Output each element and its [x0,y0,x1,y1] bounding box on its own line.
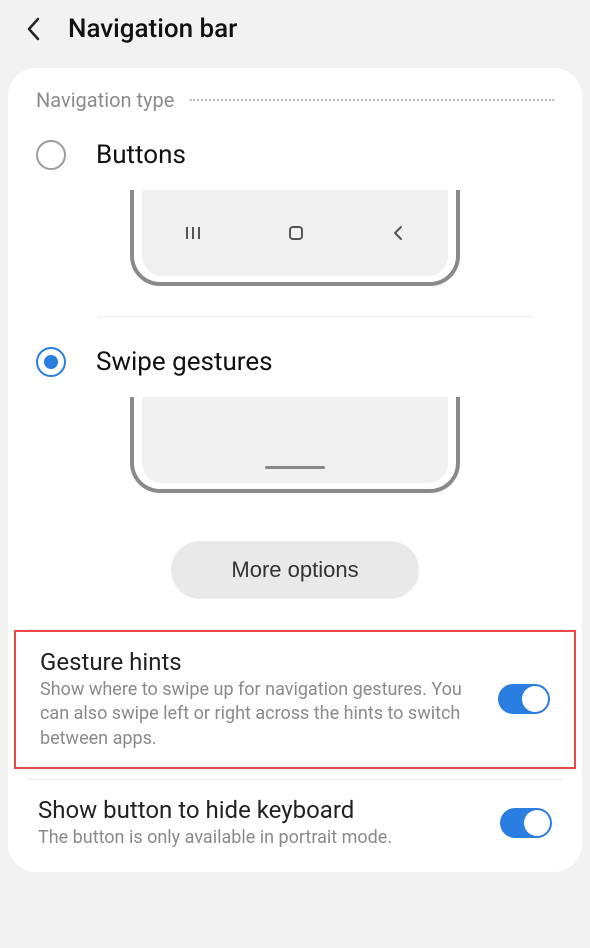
radio-buttons[interactable] [36,140,66,170]
option-buttons-label: Buttons [96,140,186,170]
setting-gesture-hints[interactable]: Gesture hints Show where to swipe up for… [14,630,576,769]
option-buttons-row[interactable]: Buttons [8,140,582,170]
radio-swipe[interactable] [36,347,66,377]
page-title: Navigation bar [68,14,237,44]
settings-card: Navigation type Buttons Swipe [8,68,582,872]
preview-swipe [8,397,582,511]
option-swipe-label: Swipe gestures [96,347,273,377]
setting-hide-keyboard-desc: The button is only available in portrait… [38,826,484,850]
divider [98,316,532,317]
section-header-label: Navigation type [36,88,174,112]
section-header: Navigation type [8,88,582,112]
more-options-button[interactable]: More options [171,541,418,599]
setting-gesture-hints-title: Gesture hints [40,648,482,676]
toggle-hide-keyboard[interactable] [500,808,552,838]
preview-buttons [8,190,582,304]
setting-gesture-hints-desc: Show where to swipe up for navigation ge… [40,678,482,751]
setting-hide-keyboard[interactable]: Show button to hide keyboard The button … [14,780,576,866]
back-icon[interactable] [20,15,48,43]
section-header-dots [190,99,554,101]
toggle-gesture-hints[interactable] [498,684,550,714]
setting-hide-keyboard-title: Show button to hide keyboard [38,796,484,824]
header: Navigation bar [0,0,590,58]
option-swipe-row[interactable]: Swipe gestures [8,347,582,377]
